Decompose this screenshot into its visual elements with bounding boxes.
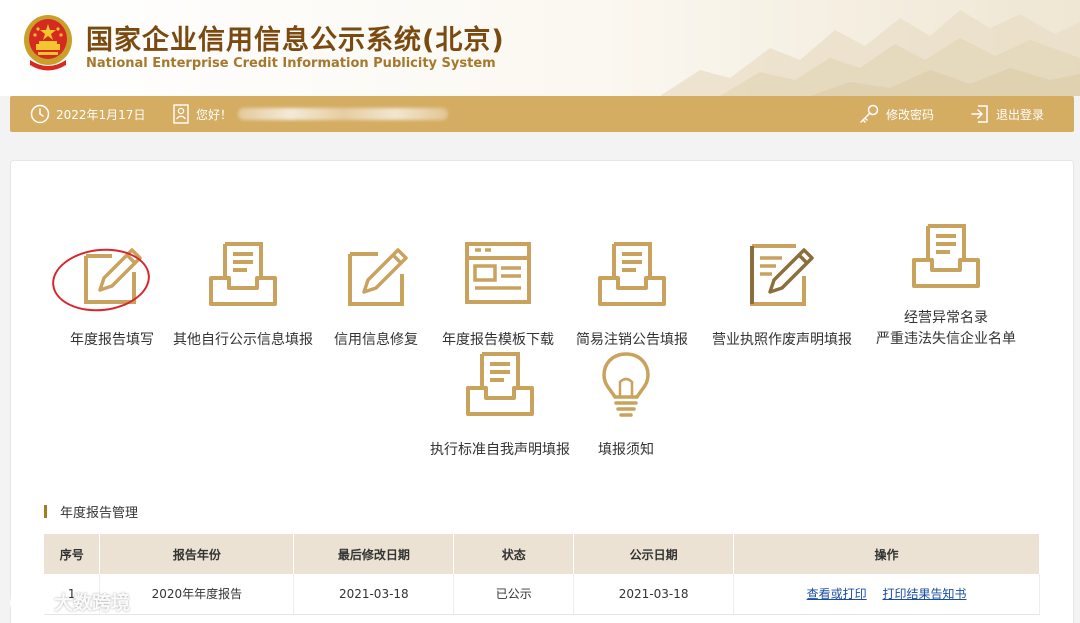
certificate-edit-icon	[750, 244, 814, 306]
blurred-username	[238, 108, 449, 120]
func-filing-instructions[interactable]: 填报须知	[594, 350, 658, 460]
func-credit-repair[interactable]: 信用信息修复	[334, 240, 418, 350]
func-label: 年度报告填写	[70, 332, 154, 348]
table-row: 1 2020年年度报告 2021-03-18 已公示 2021-03-18 查看…	[44, 574, 1040, 615]
func-license-void-statement[interactable]: 营业执照作废声明填报	[712, 240, 852, 350]
pen-edit-icon	[348, 248, 408, 306]
section-title-text: 年度报告管理	[60, 505, 139, 521]
section-title-marker	[44, 504, 47, 518]
change-password-link[interactable]: 修改密码	[858, 96, 934, 132]
logout-label: 退出登录	[996, 107, 1045, 122]
user-card-icon	[173, 104, 189, 124]
func-label: 执行标准自我声明填报	[430, 442, 570, 458]
document-tray-icon	[466, 352, 534, 416]
func-label: 其他自行公示信息填报	[173, 332, 313, 348]
document-tray-icon	[598, 242, 666, 306]
col-header-report-year: 报告年份	[99, 534, 295, 574]
logout-icon	[971, 105, 988, 123]
greeting-text: 您好！	[196, 107, 233, 122]
current-date: 2022年1月17日	[30, 96, 145, 132]
func-annual-report-template-download[interactable]: 年度报告模板下载	[442, 240, 554, 350]
func-label: 年度报告模板下载	[442, 332, 554, 348]
col-header-status: 状态	[453, 534, 575, 574]
key-icon	[860, 104, 879, 123]
document-tray-icon	[912, 224, 980, 288]
lightbulb-icon	[602, 352, 650, 417]
document-tray-icon	[209, 242, 277, 306]
system-subtitle: National Enterprise Credit Information P…	[86, 56, 496, 71]
annual-report-table: 序号 报告年份 最后修改日期 状态 公示日期 操作 1 2020年年度报告 20…	[44, 534, 1040, 615]
cell-actions: 查看或打印 打印结果告知书	[733, 574, 1040, 615]
cell-last-modified: 2021-03-18	[293, 574, 455, 615]
table-header-row: 序号 报告年份 最后修改日期 状态 公示日期 操作	[44, 534, 1040, 574]
change-password-label: 修改密码	[886, 107, 935, 122]
col-header-actions: 操作	[733, 534, 1040, 574]
func-label: 信用信息修复	[334, 332, 418, 348]
user-greeting: 您好！	[172, 96, 449, 132]
clock-icon	[30, 104, 50, 124]
date-text: 2022年1月17日	[56, 107, 146, 122]
col-header-last-modified: 最后修改日期	[293, 534, 455, 574]
system-title: 国家企业信用信息公示系统(北京)	[86, 25, 505, 56]
mountain-decoration	[660, 10, 1080, 96]
view-or-print-link[interactable]: 查看或打印	[807, 587, 867, 601]
col-header-publish-date: 公示日期	[573, 534, 735, 574]
cell-status: 已公示	[453, 574, 575, 615]
func-label: 简易注销公告填报	[576, 332, 688, 348]
print-result-notice-link[interactable]: 打印结果告知书	[882, 587, 966, 601]
site-header: 国家企业信用信息公示系统(北京) National Enterprise Cre…	[0, 0, 1080, 96]
func-abnormal-operation-list[interactable]: 经营异常名录 严重违法失信企业名单	[876, 222, 1016, 350]
cell-publish-date: 2021-03-18	[573, 574, 735, 615]
watermark-logo-icon	[9, 590, 49, 613]
page: 国家企业信用信息公示系统(北京) National Enterprise Cre…	[0, 0, 1080, 623]
national-emblem-icon	[24, 15, 72, 71]
user-info-bar: 2022年1月17日 您好！ 修改密码 退出登录	[10, 96, 1074, 132]
watermark: 大数跨境	[8, 588, 130, 615]
watermark-text: 大数跨境	[54, 592, 131, 614]
col-header-index: 序号	[44, 534, 101, 574]
func-label-line2: 严重违法失信企业名单	[876, 331, 1016, 347]
section-title: 年度报告管理	[44, 502, 139, 521]
func-standard-self-declaration[interactable]: 执行标准自我声明填报	[430, 350, 570, 460]
template-icon	[465, 242, 531, 304]
func-label: 填报须知	[598, 442, 654, 458]
logout-link[interactable]: 退出登录	[970, 96, 1044, 132]
func-other-self-disclosure[interactable]: 其他自行公示信息填报	[173, 240, 313, 350]
func-label-line1: 经营异常名录	[904, 310, 988, 326]
func-label: 营业执照作废声明填报	[712, 332, 852, 348]
func-simple-deregistration-notice[interactable]: 简易注销公告填报	[576, 240, 688, 350]
